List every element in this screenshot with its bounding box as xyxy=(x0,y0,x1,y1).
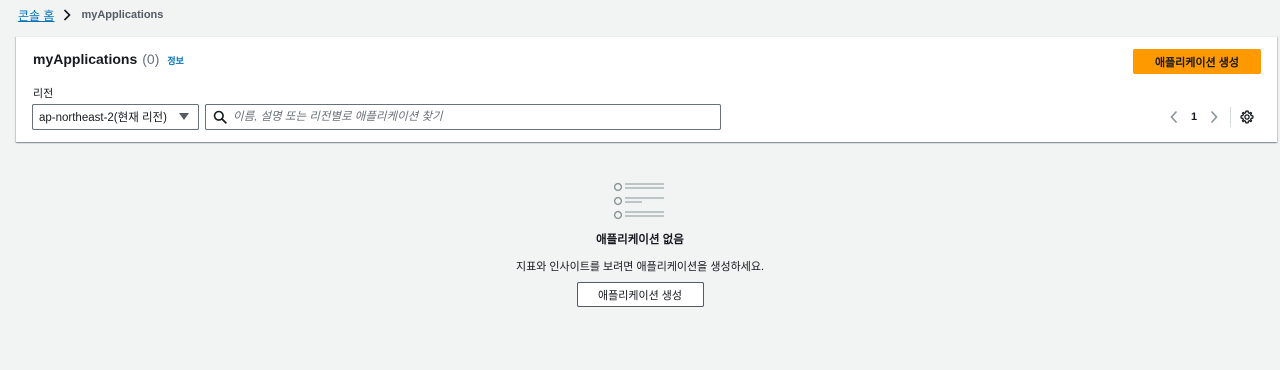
empty-state: 애플리케이션 없음 지표와 인사이트를 보려면 애플리케이션을 생성하세요. 애… xyxy=(0,180,1280,307)
empty-create-application-button[interactable]: 애플리케이션 생성 xyxy=(576,282,704,307)
gear-icon[interactable] xyxy=(1239,109,1255,125)
page-number[interactable]: 1 xyxy=(1182,111,1206,123)
caret-down-icon xyxy=(179,113,189,120)
region-select[interactable]: ap-northeast-2(현재 리전) xyxy=(32,104,199,130)
header-title-row: myApplications (0) 정보 xyxy=(33,51,184,67)
empty-state-description: 지표와 인사이트를 보려면 애플리케이션을 생성하세요. xyxy=(515,261,765,273)
chevron-right-icon[interactable] xyxy=(1206,107,1222,127)
list-icon xyxy=(0,180,1280,222)
breadcrumb: 콘솔 홈 myApplications xyxy=(18,6,163,24)
create-application-button[interactable]: 애플리케이션 생성 xyxy=(1133,49,1261,74)
applications-table-container: myApplications (0) 정보 애플리케이션 생성 리전 ap-no… xyxy=(16,36,1277,142)
search-icon xyxy=(213,110,227,124)
pager-divider xyxy=(1230,107,1231,127)
applications-count: (0) xyxy=(142,51,160,67)
search-box[interactable] xyxy=(205,104,721,130)
breadcrumb-current: myApplications xyxy=(81,9,164,21)
region-select-value: ap-northeast-2(현재 리전) xyxy=(39,112,167,124)
region-label: 리전 xyxy=(33,88,54,100)
pagination: 1 xyxy=(1166,107,1255,127)
chevron-right-icon xyxy=(62,8,72,22)
search-input[interactable] xyxy=(233,107,720,127)
info-link[interactable]: 정보 xyxy=(167,54,184,67)
chevron-left-icon[interactable] xyxy=(1166,107,1182,127)
page-title: myApplications xyxy=(33,51,138,67)
empty-state-title: 애플리케이션 없음 xyxy=(596,234,684,246)
breadcrumb-console-home-link[interactable]: 콘솔 홈 xyxy=(18,7,54,24)
